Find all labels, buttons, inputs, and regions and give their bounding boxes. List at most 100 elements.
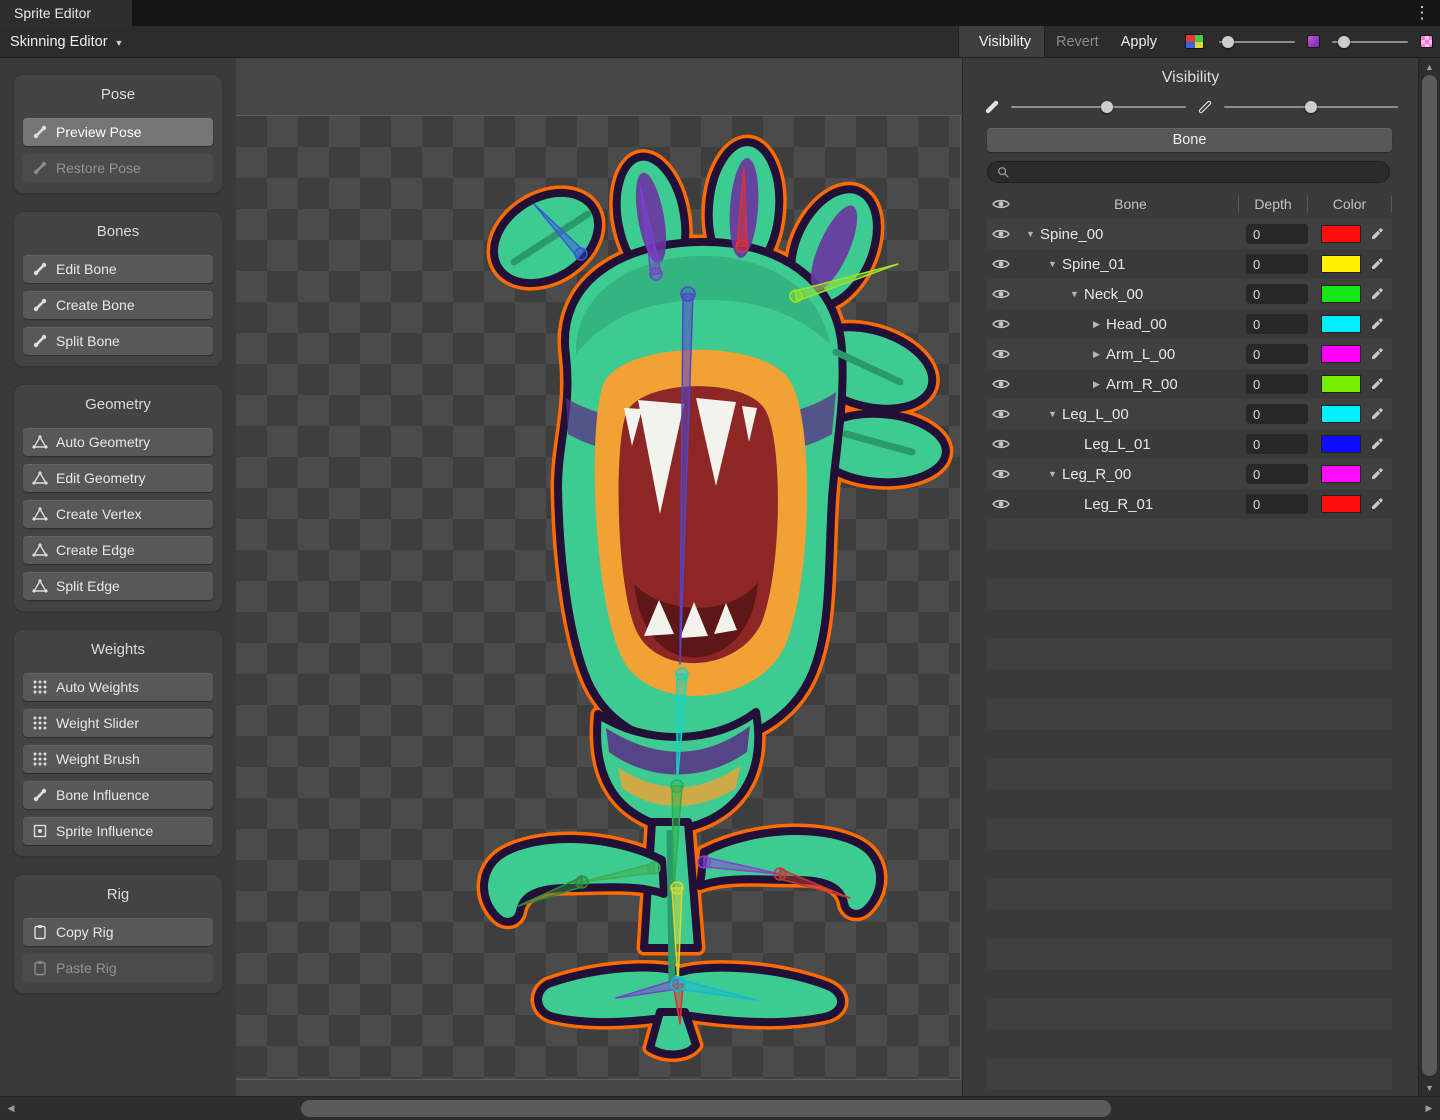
bone-color-swatch[interactable]: [1321, 315, 1361, 333]
bone-row-Leg_R_00[interactable]: ▼Leg_R_000: [987, 459, 1392, 489]
color-picker-icon[interactable]: [1361, 497, 1392, 511]
bone-row-Arm_L_00[interactable]: ▶Arm_L_000: [987, 339, 1392, 369]
auto-weights-button[interactable]: Auto Weights: [23, 673, 213, 701]
sprite-texture-area[interactable]: [236, 116, 960, 1079]
expander-open-icon[interactable]: ▼: [1045, 469, 1060, 479]
kebab-menu-icon[interactable]: ⋮: [1404, 0, 1440, 26]
edit-bone-button[interactable]: Edit Bone: [23, 255, 213, 283]
bone-color-swatch[interactable]: [1321, 255, 1361, 273]
visibility-eye-icon[interactable]: [987, 318, 1023, 330]
mesh-opacity-slider[interactable]: [1224, 100, 1399, 114]
depth-field[interactable]: 0: [1246, 404, 1308, 424]
skinning-editor-dropdown[interactable]: Skinning Editor ▼: [0, 26, 133, 57]
bone-color-swatch[interactable]: [1321, 495, 1361, 513]
split-edge-button[interactable]: Split Edge: [23, 572, 213, 600]
bone-opacity-slider[interactable]: [1011, 100, 1186, 114]
bone-color-swatch[interactable]: [1321, 225, 1361, 243]
expander-closed-icon[interactable]: ▶: [1089, 379, 1104, 390]
depth-field[interactable]: 0: [1246, 314, 1308, 334]
color-picker-icon[interactable]: [1361, 437, 1392, 451]
vertical-scroll-thumb[interactable]: [1422, 75, 1437, 1076]
bone-influence-button[interactable]: Bone Influence: [23, 781, 213, 809]
create-bone-button[interactable]: Create Bone: [23, 291, 213, 319]
depth-field[interactable]: 0: [1246, 494, 1308, 514]
sprite-canvas[interactable]: [236, 58, 962, 1096]
edit-geometry-button[interactable]: Edit Geometry: [23, 464, 213, 492]
horizontal-scroll-thumb[interactable]: [301, 1100, 1111, 1117]
bone-color-swatch[interactable]: [1321, 285, 1361, 303]
color-picker-icon[interactable]: [1361, 377, 1392, 391]
visibility-eye-icon[interactable]: [987, 258, 1023, 270]
bone-tab[interactable]: Bone: [987, 128, 1392, 152]
bone-color-swatch[interactable]: [1321, 435, 1361, 453]
depth-field[interactable]: 0: [1246, 434, 1308, 454]
copy-rig-button[interactable]: Copy Rig: [23, 918, 213, 946]
visibility-eye-icon[interactable]: [987, 288, 1023, 300]
vertical-scrollbar[interactable]: ▲ ▼: [1418, 58, 1440, 1096]
color-picker-icon[interactable]: [1361, 317, 1392, 331]
expander-open-icon[interactable]: ▼: [1067, 289, 1082, 299]
rgb-alpha-icon[interactable]: [1185, 34, 1204, 49]
scroll-right-arrow[interactable]: ▶: [1418, 1103, 1440, 1114]
visibility-eye-icon[interactable]: [987, 498, 1023, 510]
color-swatch-icon[interactable]: [1307, 35, 1320, 48]
scroll-left-arrow[interactable]: ◀: [0, 1103, 22, 1114]
slider-handle[interactable]: [1101, 101, 1113, 113]
slider-handle[interactable]: [1338, 36, 1350, 48]
depth-field[interactable]: 0: [1246, 284, 1308, 304]
preview-pose-button[interactable]: Preview Pose: [23, 118, 213, 146]
depth-field[interactable]: 0: [1246, 254, 1308, 274]
color-picker-icon[interactable]: [1361, 287, 1392, 301]
bone-color-swatch[interactable]: [1321, 465, 1361, 483]
visibility-eye-icon[interactable]: [987, 408, 1023, 420]
bone-row-Arm_R_00[interactable]: ▶Arm_R_000: [987, 369, 1392, 399]
depth-field[interactable]: 0: [1246, 464, 1308, 484]
brightness-slider[interactable]: [1332, 35, 1408, 49]
expander-closed-icon[interactable]: ▶: [1089, 349, 1104, 360]
expander-open-icon[interactable]: ▼: [1045, 409, 1060, 419]
visibility-toggle-button[interactable]: Visibility: [958, 26, 1045, 57]
bone-row-Neck_00[interactable]: ▼Neck_000: [987, 279, 1392, 309]
window-tab-sprite-editor[interactable]: Sprite Editor: [0, 0, 132, 26]
bone-color-swatch[interactable]: [1321, 375, 1361, 393]
bone-row-Head_00[interactable]: ▶Head_000: [987, 309, 1392, 339]
plant-monster-sprite[interactable]: [236, 116, 960, 1079]
create-vertex-button[interactable]: Create Vertex: [23, 500, 213, 528]
visibility-eye-icon[interactable]: [987, 228, 1023, 240]
slider-handle[interactable]: [1305, 101, 1317, 113]
depth-field[interactable]: 0: [1246, 374, 1308, 394]
bone-row-Spine_01[interactable]: ▼Spine_010: [987, 249, 1392, 279]
scroll-down-arrow[interactable]: ▼: [1419, 1080, 1440, 1095]
visibility-eye-icon[interactable]: [987, 438, 1023, 450]
color-picker-icon[interactable]: [1361, 467, 1392, 481]
pattern-swatch-icon[interactable]: [1420, 35, 1433, 48]
restore-pose-button[interactable]: Restore Pose: [23, 154, 213, 182]
visibility-eye-icon[interactable]: [987, 378, 1023, 390]
color-picker-icon[interactable]: [1361, 227, 1392, 241]
bone-row-Leg_L_00[interactable]: ▼Leg_L_000: [987, 399, 1392, 429]
slider-track[interactable]: [1011, 106, 1186, 108]
color-picker-icon[interactable]: [1361, 347, 1392, 361]
horizontal-scrollbar[interactable]: ◀ ▶: [0, 1096, 1440, 1120]
expander-open-icon[interactable]: ▼: [1023, 229, 1038, 239]
bone-color-swatch[interactable]: [1321, 405, 1361, 423]
expander-open-icon[interactable]: ▼: [1045, 259, 1060, 269]
alpha-slider[interactable]: [1219, 35, 1295, 49]
revert-button[interactable]: Revert: [1045, 26, 1110, 57]
slider-handle[interactable]: [1222, 36, 1234, 48]
bone-color-swatch[interactable]: [1321, 345, 1361, 363]
paste-rig-button[interactable]: Paste Rig: [23, 954, 213, 982]
sprite-influence-button[interactable]: Sprite Influence: [23, 817, 213, 845]
bone-row-Spine_00[interactable]: ▼Spine_000: [987, 219, 1392, 249]
visibility-eye-icon[interactable]: [987, 348, 1023, 360]
bone-row-Leg_R_01[interactable]: Leg_R_010: [987, 489, 1392, 519]
search-input[interactable]: [1015, 165, 1380, 180]
depth-field[interactable]: 0: [1246, 344, 1308, 364]
color-picker-icon[interactable]: [1361, 257, 1392, 271]
apply-button[interactable]: Apply: [1110, 26, 1168, 57]
weight-slider-button[interactable]: Weight Slider: [23, 709, 213, 737]
create-edge-button[interactable]: Create Edge: [23, 536, 213, 564]
color-picker-icon[interactable]: [1361, 407, 1392, 421]
expander-closed-icon[interactable]: ▶: [1089, 319, 1104, 330]
scroll-up-arrow[interactable]: ▲: [1419, 59, 1440, 74]
